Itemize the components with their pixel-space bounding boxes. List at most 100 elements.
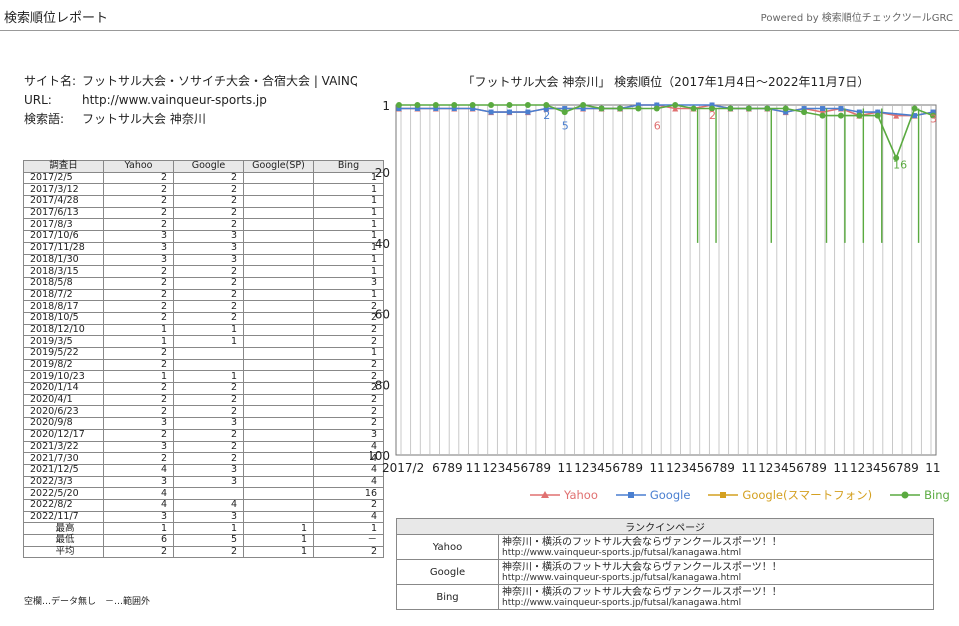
- date-cell: 2019/5/22: [23, 347, 104, 360]
- legend-marker-icon: [530, 491, 560, 498]
- bing-point: [524, 102, 531, 108]
- date-cell: 2020/1/14: [23, 382, 104, 395]
- x-tick-label: 11: [558, 461, 573, 475]
- date-cell: 2017/11/28: [23, 241, 104, 255]
- summary-cell: 1: [173, 522, 244, 535]
- x-tick-label: 11: [925, 461, 940, 475]
- rank-cell: 2: [103, 265, 174, 278]
- date-cell: 2022/3/3: [23, 475, 104, 489]
- x-tick-label: 2017/2: [382, 461, 424, 475]
- bing-point: [561, 109, 568, 116]
- rank-cell: 2: [173, 405, 244, 419]
- rank-cell: 3: [173, 463, 244, 477]
- legend-label: Google(スマートフォン): [742, 488, 873, 502]
- rank-cell: 3: [173, 510, 244, 524]
- rank-cell: [243, 417, 314, 430]
- rank-cell: [243, 428, 314, 442]
- page-title-link[interactable]: 神奈川・横浜のフットサル大会ならヴァンクールスポーツ！！: [502, 562, 930, 573]
- bing-point: [432, 102, 439, 108]
- bing-point: [635, 105, 642, 112]
- page-url[interactable]: http://www.vainqueur-sports.jp/futsal/ka…: [502, 573, 930, 583]
- table-row: 2019/8/2 2 2: [23, 358, 384, 372]
- table-row: 2021/12/5 4 3 4: [23, 463, 384, 477]
- page-title-link[interactable]: 神奈川・横浜のフットサル大会ならヴァンクールスポーツ！！: [502, 587, 930, 598]
- bing-point: [469, 102, 476, 108]
- landing-page-header: ランクインページ: [396, 518, 934, 535]
- table-row: 2020/12/17 2 2 3: [23, 428, 384, 442]
- table-row: 2022/8/2 4 4 2: [23, 498, 384, 512]
- legend-item: Google(スマートフォン): [708, 487, 872, 503]
- date-cell: 2018/8/17: [23, 300, 104, 313]
- site-name-row: サイト名: フットサル大会・ソサイチ大会・合宿大会 | VAINQ: [24, 72, 357, 91]
- rank-cell: 2: [103, 428, 174, 442]
- rank-cell: 3: [173, 417, 244, 430]
- table-row: 2018/12/10 1 1 2: [23, 323, 384, 337]
- x-tick-label: 11: [649, 461, 664, 475]
- x-tick-label: 123456789: [758, 461, 827, 475]
- rank-cell: 2: [173, 428, 244, 442]
- rank-cell: 3: [173, 475, 244, 489]
- rank-cell: 2: [173, 265, 244, 278]
- rank-cell: 2: [173, 300, 244, 313]
- date-cell: 2022/11/7: [23, 510, 104, 524]
- rank-cell: 2: [103, 195, 174, 208]
- rank-cell: 3: [103, 440, 174, 454]
- rank-cell: 3: [103, 510, 174, 524]
- chart-title: 「フットサル大会 神奈川」 検索順位（2017年1月4日～2022年11月7日）: [462, 75, 870, 89]
- date-cell: 2019/10/23: [23, 370, 104, 384]
- rank-cell: 3: [103, 417, 174, 430]
- bing-point: [616, 105, 623, 112]
- rank-cell: [243, 498, 314, 512]
- x-tick-label: 11: [833, 461, 848, 475]
- legend-marker-icon: [890, 491, 921, 499]
- google-point: [525, 109, 531, 115]
- date-cell: 2022/5/20: [23, 487, 104, 500]
- date-cell: 2020/6/23: [23, 405, 104, 419]
- page-url[interactable]: http://www.vainqueur-sports.jp/futsal/ka…: [502, 548, 930, 558]
- date-cell: 2020/9/8: [23, 417, 104, 430]
- page-cell: 神奈川・横浜のフットサル大会ならヴァンクールスポーツ！！ http://www.v…: [498, 534, 934, 560]
- url-label: URL:: [24, 93, 52, 107]
- rank-cell: [243, 452, 314, 465]
- date-cell: 2017/2/5: [23, 171, 104, 185]
- rank-cell: [243, 183, 314, 197]
- rank-cell: 1: [173, 370, 244, 384]
- rank-col-header: Google(SP): [243, 160, 314, 173]
- rank-cell: 2: [173, 382, 244, 395]
- date-cell: 2020/12/17: [23, 428, 104, 442]
- page-title-link[interactable]: 神奈川・横浜のフットサル大会ならヴァンクールスポーツ！！: [502, 537, 930, 548]
- page-url[interactable]: http://www.vainqueur-sports.jp/futsal/ka…: [502, 598, 930, 608]
- date-cell: 2017/10/6: [23, 230, 104, 243]
- date-cell: 2018/12/10: [23, 323, 104, 337]
- rank-cell: 2: [103, 452, 174, 465]
- summary-row: 平均 2 2 1 2: [23, 545, 384, 559]
- legend-marker-icon: [615, 492, 646, 498]
- bing-point: [506, 102, 513, 108]
- rank-cell: 4: [173, 498, 244, 512]
- data-annotation: 16: [893, 159, 907, 172]
- legend-item: Google: [615, 487, 690, 503]
- engine-cell: Yahoo: [396, 534, 499, 560]
- y-tick-label: 80: [375, 378, 390, 392]
- summary-cell: 5: [173, 534, 244, 547]
- rank-cell: [243, 510, 314, 524]
- summary-cell: －: [313, 534, 384, 547]
- rank-cell: [243, 382, 314, 395]
- rank-cell: 3: [173, 253, 244, 267]
- site-meta: サイト名: フットサル大会・ソサイチ大会・合宿大会 | VAINQ URL: h…: [24, 72, 357, 129]
- bing-point: [598, 105, 605, 112]
- summary-cell: 2: [103, 545, 174, 559]
- table-row: 2022/3/3 3 3 4: [23, 475, 384, 489]
- summary-cell: 2: [173, 545, 244, 559]
- data-annotation: 2: [709, 109, 716, 122]
- rank-cell: [243, 195, 314, 208]
- bing-point: [488, 102, 495, 108]
- date-cell: 2018/5/8: [23, 276, 104, 290]
- rank-cell: [243, 487, 314, 500]
- bing-point: [837, 112, 844, 119]
- rank-cell: 3: [173, 241, 244, 255]
- url-value: http://www.vainqueur-sports.jp: [82, 93, 267, 107]
- date-cell: 2021/12/5: [23, 463, 104, 477]
- date-cell: 2022/8/2: [23, 498, 104, 512]
- x-tick-label: 6789: [432, 461, 463, 475]
